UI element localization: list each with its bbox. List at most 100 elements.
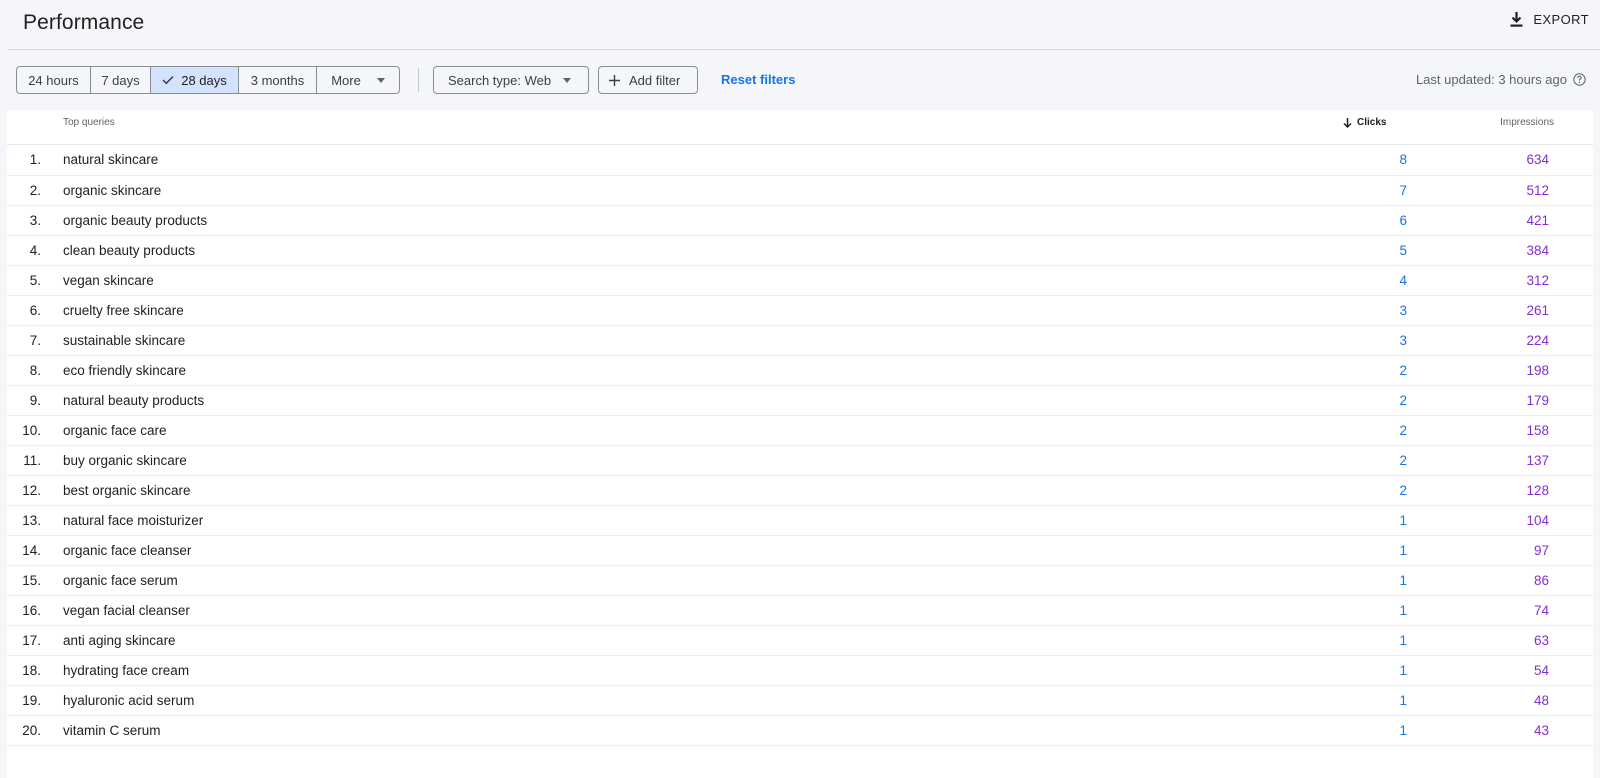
check-icon — [162, 75, 174, 85]
column-header-queries[interactable]: Top queries — [63, 117, 115, 128]
date-range-more-dropdown[interactable]: More — [317, 67, 399, 93]
toolbar-divider — [418, 68, 419, 92]
table-row[interactable]: 2. organic skincare 7 512 — [7, 176, 1593, 206]
clicks-value: 1 — [1399, 723, 1407, 738]
table-row[interactable]: 6. cruelty free skincare 3 261 — [7, 296, 1593, 326]
table-row[interactable]: 7. sustainable skincare 3 224 — [7, 326, 1593, 356]
clicks-value: 1 — [1399, 663, 1407, 678]
date-range-label: 3 months — [250, 72, 305, 88]
help-circle-icon[interactable] — [1573, 73, 1586, 86]
export-button[interactable]: EXPORT — [1510, 12, 1589, 27]
search-type-dropdown[interactable]: Search type: Web — [433, 66, 589, 94]
query-text: sustainable skincare — [63, 333, 186, 348]
impressions-value: 43 — [1533, 723, 1549, 738]
row-rank: 12. — [22, 483, 41, 498]
row-rank: 10. — [22, 423, 41, 438]
clicks-value: 2 — [1399, 393, 1407, 408]
row-rank: 6. — [29, 303, 41, 318]
date-range-selector: 24 hours 7 days 28 days 3 months More — [16, 66, 400, 94]
impressions-value: 312 — [1526, 273, 1549, 288]
table-row[interactable]: 20. vitamin C serum 1 43 — [7, 716, 1593, 746]
search-type-label: Search type: Web — [448, 72, 552, 88]
table-row[interactable]: 8. eco friendly skincare 2 198 — [7, 356, 1593, 386]
caret-down-icon — [376, 77, 385, 83]
table-row[interactable]: 19. hyaluronic acid serum 1 48 — [7, 686, 1593, 716]
impressions-value: 179 — [1526, 393, 1549, 408]
table-row[interactable]: 16. vegan facial cleanser 1 74 — [7, 596, 1593, 626]
impressions-value: 104 — [1526, 513, 1549, 528]
impressions-value: 97 — [1533, 543, 1549, 558]
table-row[interactable]: 17. anti aging skincare 1 63 — [7, 626, 1593, 656]
query-text: organic face cleanser — [63, 543, 192, 558]
impressions-value: 158 — [1526, 423, 1549, 438]
add-filter-button[interactable]: Add filter — [598, 66, 698, 94]
query-text: vegan facial cleanser — [63, 603, 190, 618]
row-rank: 17. — [22, 633, 41, 648]
table-row[interactable]: 14. organic face cleanser 1 97 — [7, 536, 1593, 566]
top-queries-table: Top queries Clicks Impressions 1. natural… — [7, 110, 1593, 778]
clicks-value: 3 — [1399, 333, 1407, 348]
clicks-value: 1 — [1399, 543, 1407, 558]
clicks-value: 2 — [1399, 453, 1407, 468]
row-rank: 14. — [22, 543, 41, 558]
impressions-value: 421 — [1526, 213, 1549, 228]
table-row[interactable]: 3. organic beauty products 6 421 — [7, 206, 1593, 236]
query-text: natural skincare — [63, 152, 159, 167]
table-row[interactable]: 9. natural beauty products 2 179 — [7, 386, 1593, 416]
clicks-value: 4 — [1399, 273, 1407, 288]
plus-icon — [609, 74, 620, 86]
table-row[interactable]: 12. best organic skincare 2 128 — [7, 476, 1593, 506]
clicks-value: 1 — [1399, 603, 1407, 618]
row-rank: 18. — [22, 663, 41, 678]
clicks-value: 2 — [1399, 483, 1407, 498]
clicks-value: 5 — [1399, 243, 1407, 258]
impressions-value: 63 — [1533, 633, 1549, 648]
clicks-value: 6 — [1399, 213, 1407, 228]
column-header-label: Clicks — [1357, 117, 1387, 128]
table-row[interactable]: 11. buy organic skincare 2 137 — [7, 446, 1593, 476]
row-rank: 1. — [29, 152, 41, 167]
date-range-28-days[interactable]: 28 days — [151, 67, 239, 93]
table-row[interactable]: 4. clean beauty products 5 384 — [7, 236, 1593, 266]
date-range-label: 28 days — [181, 72, 227, 88]
date-range-24-hours[interactable]: 24 hours — [17, 67, 91, 93]
query-text: best organic skincare — [63, 483, 191, 498]
row-rank: 13. — [22, 513, 41, 528]
table-row[interactable]: 15. organic face serum 1 86 — [7, 566, 1593, 596]
impressions-value: 512 — [1526, 183, 1549, 198]
table-row[interactable]: 13. natural face moisturizer 1 104 — [7, 506, 1593, 536]
clicks-value: 1 — [1399, 513, 1407, 528]
row-rank: 16. — [22, 603, 41, 618]
query-text: vegan skincare — [63, 273, 154, 288]
query-text: buy organic skincare — [63, 453, 187, 468]
row-rank: 8. — [29, 363, 41, 378]
table-row[interactable]: 18. hydrating face cream 1 54 — [7, 656, 1593, 686]
row-rank: 20. — [22, 723, 41, 738]
impressions-value: 261 — [1526, 303, 1549, 318]
impressions-value: 86 — [1533, 573, 1549, 588]
query-text: eco friendly skincare — [63, 363, 187, 378]
date-range-3-months[interactable]: 3 months — [239, 67, 317, 93]
row-rank: 15. — [22, 573, 41, 588]
page-title: Performance — [23, 11, 145, 34]
impressions-value: 384 — [1526, 243, 1549, 258]
column-header-impressions[interactable]: Impressions — [1500, 117, 1554, 128]
column-header-clicks[interactable]: Clicks — [1343, 117, 1386, 128]
clicks-value: 2 — [1399, 423, 1407, 438]
date-range-7-days[interactable]: 7 days — [91, 67, 151, 93]
impressions-value: 54 — [1533, 663, 1549, 678]
reset-filters-link[interactable]: Reset filters — [721, 72, 795, 87]
impressions-value: 198 — [1526, 363, 1549, 378]
last-updated-text: Last updated: 3 hours ago — [1415, 72, 1567, 87]
query-text: organic face care — [63, 423, 167, 438]
table-row[interactable]: 10. organic face care 2 158 — [7, 416, 1593, 446]
impressions-value: 224 — [1526, 333, 1549, 348]
page-header: Performance EXPORT — [7, 0, 1600, 50]
query-text: natural beauty products — [63, 393, 205, 408]
query-text: clean beauty products — [63, 243, 196, 258]
table-row[interactable]: 5. vegan skincare 4 312 — [7, 266, 1593, 296]
query-text: hydrating face cream — [63, 663, 190, 678]
table-row[interactable]: 1. natural skincare 8 634 — [7, 145, 1593, 176]
row-rank: 2. — [29, 183, 41, 198]
row-rank: 4. — [29, 243, 41, 258]
